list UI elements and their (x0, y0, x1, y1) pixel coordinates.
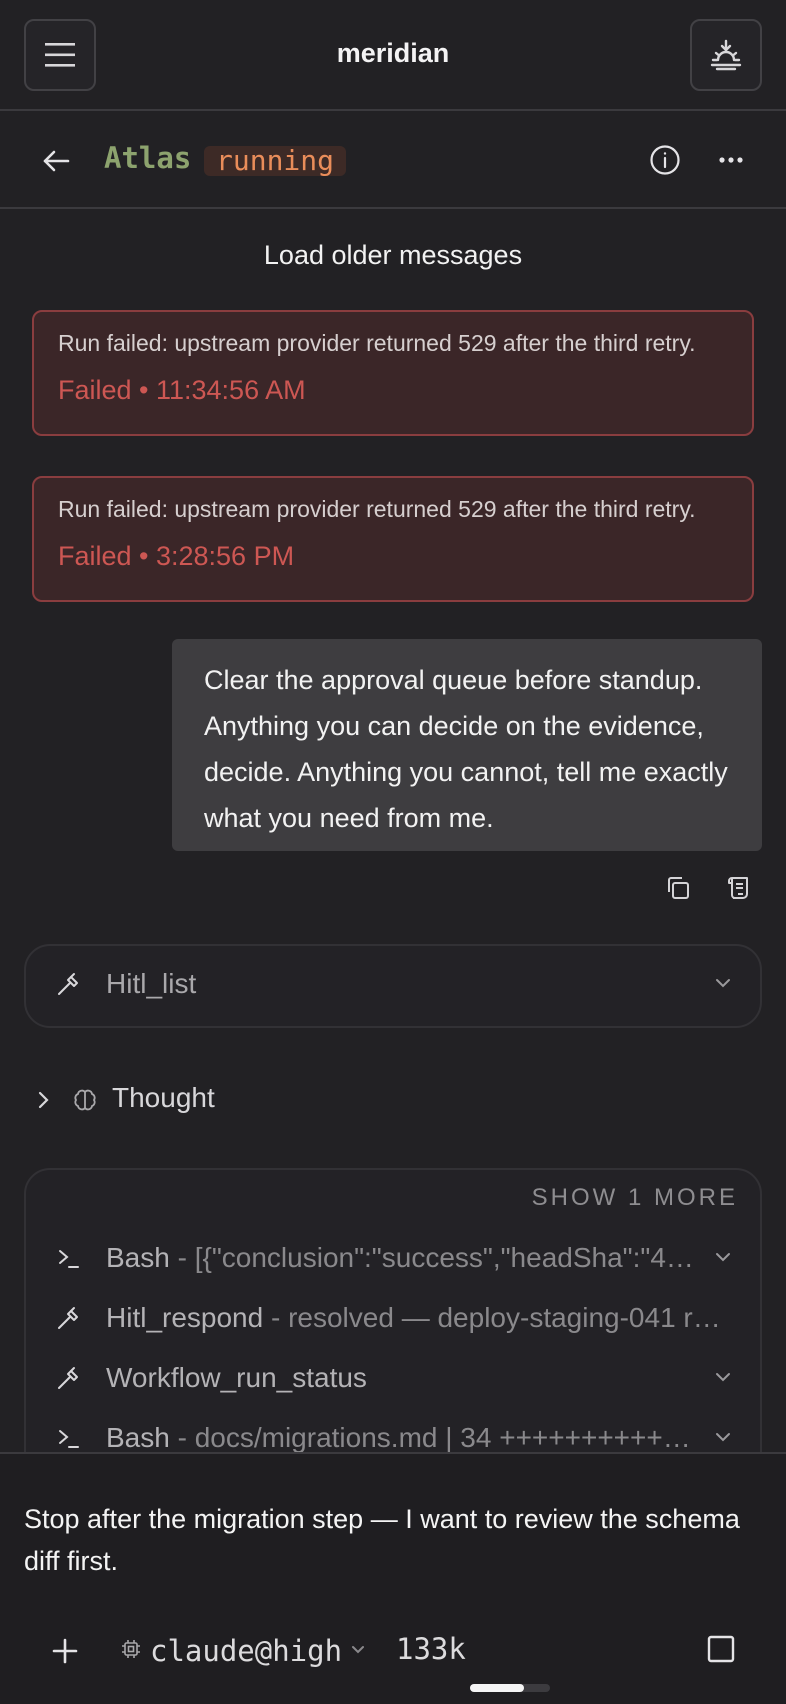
message-input[interactable]: Stop after the migration step — I want t… (24, 1498, 744, 1582)
tool-row[interactable]: Bash - [{"conclusion":"success","headSha… (26, 1240, 760, 1280)
chip-icon (120, 1638, 142, 1665)
status-badge: running (204, 146, 347, 176)
error-card: Run failed: upstream provider returned 5… (32, 476, 754, 602)
stop-square-icon (707, 1635, 735, 1663)
tool-row[interactable]: Hitl_respond - resolved — deploy-staging… (26, 1300, 760, 1340)
error-message: Run failed: upstream provider returned 5… (58, 330, 696, 356)
show-more-button[interactable]: SHOW 1 MORE (532, 1184, 738, 1212)
error-meta: Failed • 11:34:56 AM (58, 375, 306, 405)
chevron-right-icon (36, 1090, 50, 1115)
more-options-button[interactable] (714, 143, 748, 177)
app-title: meridian (336, 38, 450, 68)
tool-row-text: Bash - docs/migrations.md | 34 +++++++++… (106, 1422, 691, 1453)
model-label: claude@high (150, 1634, 343, 1668)
error-message: Run failed: upstream provider returned 5… (58, 496, 696, 522)
context-usage-bar (470, 1684, 550, 1692)
user-message-bubble: Clear the approval queue before standup.… (172, 639, 762, 851)
add-attachment-button[interactable] (48, 1634, 82, 1668)
info-icon (650, 145, 680, 175)
copy-button[interactable] (664, 874, 692, 902)
tool-call-card[interactable]: Hitl_list (24, 944, 762, 1028)
scroll-icon (728, 877, 748, 899)
tool-name: Hitl_list (106, 968, 197, 999)
agent-header: Atlas running (0, 111, 786, 209)
chevron-down-icon (350, 1642, 366, 1660)
sunset-button[interactable] (690, 19, 762, 91)
app-bar: meridian (0, 0, 786, 111)
hammer-icon (56, 1366, 82, 1397)
sunset-icon (710, 39, 742, 71)
terminal-icon (56, 1246, 82, 1277)
context-usage-fill (470, 1684, 525, 1692)
chevron-down-icon (714, 1370, 732, 1388)
context-count: 133k (396, 1632, 466, 1666)
back-button[interactable] (40, 145, 72, 177)
load-older-button[interactable]: Load older messages (0, 240, 786, 271)
more-horizontal-icon (719, 157, 743, 163)
tool-row-text: Bash - [{"conclusion":"success","headSha… (106, 1242, 694, 1273)
thought-label: Thought (112, 1082, 215, 1113)
hammer-icon (56, 1306, 82, 1337)
error-card: Run failed: upstream provider returned 5… (32, 310, 754, 436)
tool-row-text: Hitl_respond - resolved — deploy-staging… (106, 1302, 721, 1333)
plus-icon (52, 1638, 78, 1664)
brain-icon (72, 1087, 98, 1118)
chevron-down-icon (714, 1250, 732, 1268)
chevron-down-icon (714, 1430, 732, 1448)
hammer-icon (56, 972, 82, 1003)
agent-name: Atlas (104, 141, 192, 175)
thought-toggle[interactable]: Thought (30, 1080, 330, 1120)
chevron-down-icon (714, 976, 732, 994)
tool-row[interactable]: Hitl_list (26, 966, 760, 1006)
tool-row[interactable]: Workflow_run_status (26, 1360, 760, 1400)
error-meta: Failed • 3:28:56 PM (58, 541, 295, 571)
tool-group-card: SHOW 1 MORE Bash - [{"conclusion":"succe… (24, 1168, 762, 1478)
script-button[interactable] (724, 874, 752, 902)
info-button[interactable] (648, 143, 682, 177)
stop-button[interactable] (704, 1632, 738, 1666)
arrow-left-icon (43, 150, 70, 172)
composer: Stop after the migration step — I want t… (0, 1452, 786, 1704)
copy-icon (668, 877, 689, 899)
tool-row-text: Workflow_run_status (106, 1362, 367, 1393)
model-selector[interactable]: claude@high (120, 1634, 366, 1668)
